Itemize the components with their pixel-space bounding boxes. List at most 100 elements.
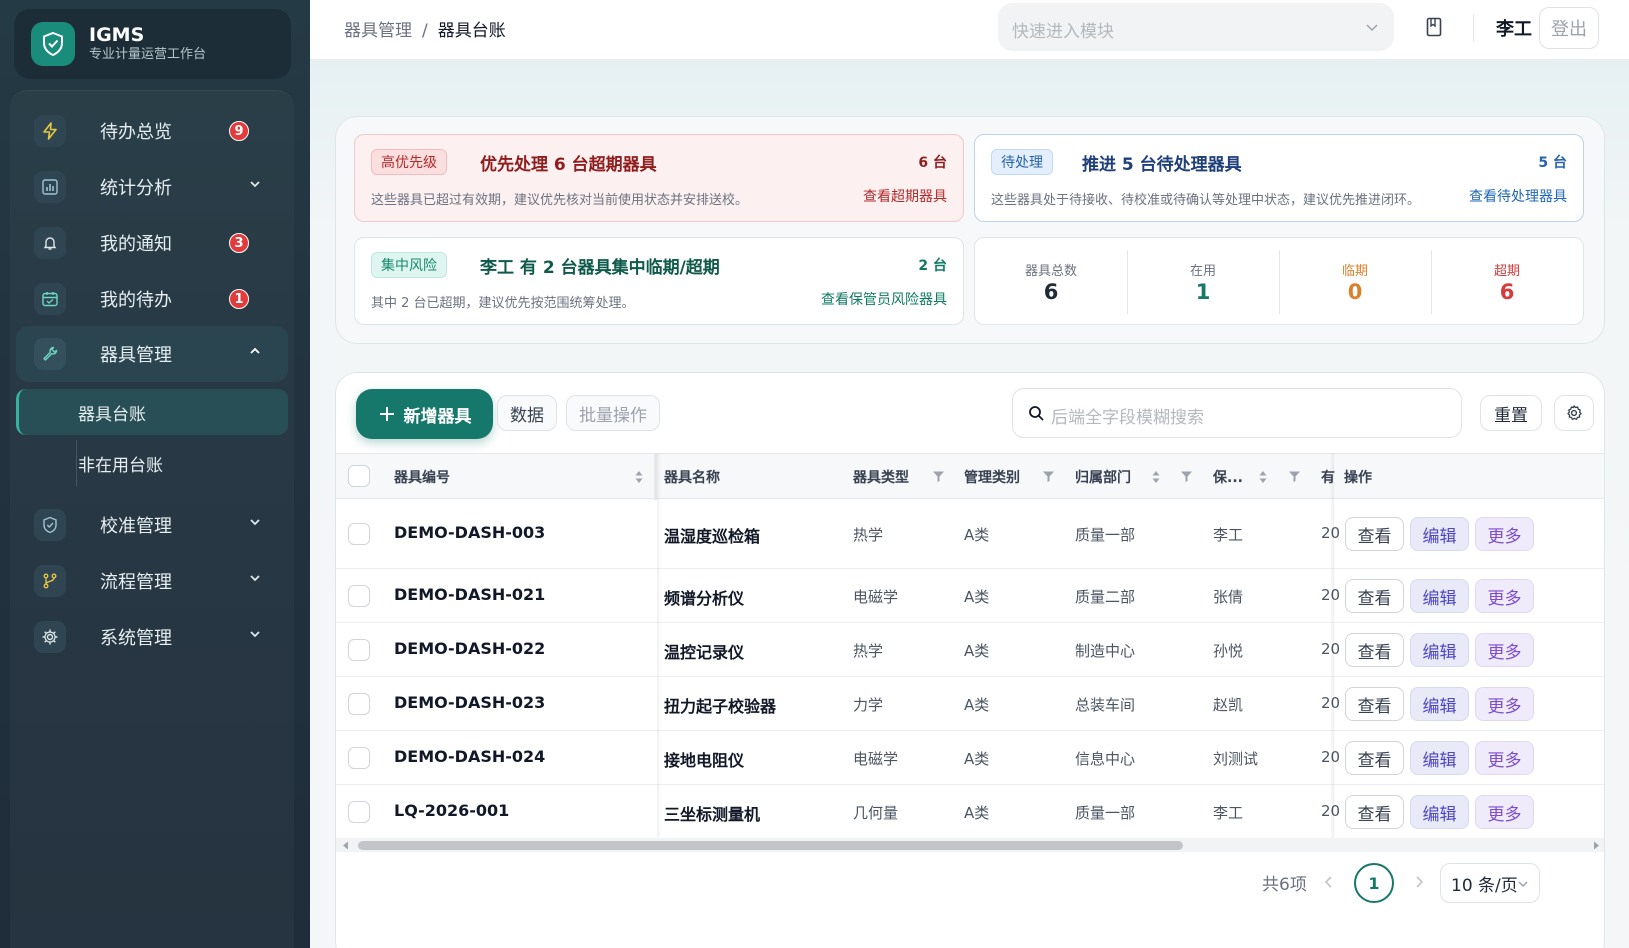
- more-button[interactable]: 更多: [1475, 517, 1534, 551]
- edit-button[interactable]: 编辑: [1410, 741, 1469, 775]
- cell-type: 热学: [853, 526, 884, 544]
- filter-icon[interactable]: [1288, 470, 1301, 483]
- select-all-checkbox[interactable]: [348, 465, 370, 487]
- batch-operation-button[interactable]: 批量操作: [566, 395, 660, 431]
- cell-keeper: 刘测试: [1213, 750, 1259, 768]
- nav-item-my-tasks[interactable]: 我的待办 1: [16, 271, 288, 327]
- scrollbar-thumb[interactable]: [358, 841, 1183, 850]
- nav-item-workflow[interactable]: 流程管理: [16, 553, 288, 609]
- nav-item-system[interactable]: 系统管理: [16, 609, 288, 665]
- filter-icon[interactable]: [932, 470, 945, 483]
- view-button[interactable]: 查看: [1345, 741, 1404, 775]
- scroll-right-icon[interactable]: [1592, 841, 1600, 850]
- add-instrument-label: 新增器具: [403, 406, 472, 427]
- row-checkbox[interactable]: [348, 693, 370, 715]
- quick-module-select[interactable]: 快速进入模块: [998, 3, 1394, 51]
- stat-value: 6: [1043, 280, 1059, 304]
- nav-item-notifications[interactable]: 我的通知 3: [16, 215, 288, 271]
- pagination-total: 共6项: [1262, 875, 1307, 895]
- more-button[interactable]: 更多: [1475, 795, 1534, 829]
- view-keeper-risk-link[interactable]: 查看保管员风险器具: [821, 289, 947, 309]
- row-checkbox[interactable]: [348, 801, 370, 823]
- view-pending-link[interactable]: 查看待处理器具: [1469, 186, 1567, 206]
- chevron-down-icon: [1518, 881, 1528, 888]
- table-row[interactable]: LQ-2026-001 三坐标测量机 几何量 A类 质量一部 李工 20 查看 …: [336, 785, 1604, 839]
- more-button[interactable]: 更多: [1475, 633, 1534, 667]
- data-button[interactable]: 数据: [497, 395, 557, 431]
- col-header-category[interactable]: 管理类别: [964, 454, 1020, 500]
- cell-department: 总装车间: [1075, 696, 1136, 714]
- table-row[interactable]: DEMO-DASH-022 温控记录仪 热学 A类 制造中心 孙悦 20 查看 …: [336, 623, 1604, 677]
- more-button[interactable]: 更多: [1475, 579, 1534, 613]
- chevron-up-icon: [250, 347, 260, 354]
- brand[interactable]: IGMS 专业计量运营工作台: [14, 9, 291, 79]
- sort-icon[interactable]: [634, 469, 644, 485]
- stat-label: 器具总数: [1024, 264, 1077, 279]
- stat-overdue[interactable]: 超期 6: [1431, 238, 1583, 326]
- stat-total[interactable]: 器具总数 6: [975, 238, 1127, 326]
- stat-expiring[interactable]: 临期 0: [1279, 238, 1431, 326]
- user-name: 李工: [1496, 19, 1532, 40]
- cell-department: 质量二部: [1075, 588, 1136, 606]
- edit-button[interactable]: 编辑: [1410, 795, 1469, 829]
- row-checkbox[interactable]: [348, 585, 370, 607]
- nav-item-instrument-management[interactable]: 器具管理: [16, 326, 288, 382]
- table-row[interactable]: DEMO-DASH-003 温湿度巡检箱 热学 A类 质量一部 李工 20 查看…: [336, 499, 1604, 569]
- scroll-left-icon[interactable]: [342, 841, 350, 850]
- cell-code: DEMO-DASH-023: [394, 693, 546, 712]
- col-header-type[interactable]: 器具类型: [853, 454, 909, 500]
- page-number-current[interactable]: 1: [1354, 863, 1394, 903]
- col-header-code[interactable]: 器具编号: [394, 454, 450, 500]
- nav-item-calibration[interactable]: 校准管理: [16, 497, 288, 553]
- table-row[interactable]: DEMO-DASH-021 频谱分析仪 电磁学 A类 质量二部 张倩 20 查看…: [336, 569, 1604, 623]
- edit-button[interactable]: 编辑: [1410, 517, 1469, 551]
- sidebar-sub-item-inactive-ledger[interactable]: 非在用台账: [16, 440, 288, 486]
- more-button[interactable]: 更多: [1475, 687, 1534, 721]
- bell-icon: [34, 227, 66, 259]
- prev-page-icon[interactable]: [1323, 875, 1335, 889]
- settings-button[interactable]: [1554, 395, 1594, 431]
- row-checkbox[interactable]: [348, 639, 370, 661]
- sidebar-sub-item-ledger[interactable]: 器具台账: [16, 389, 288, 435]
- cell-category: A类: [964, 804, 990, 822]
- next-page-icon[interactable]: [1413, 875, 1425, 889]
- edit-button[interactable]: 编辑: [1410, 633, 1469, 667]
- col-header-department[interactable]: 归属部门: [1075, 454, 1131, 500]
- edit-button[interactable]: 编辑: [1410, 579, 1469, 613]
- horizontal-scrollbar[interactable]: [336, 838, 1604, 852]
- add-instrument-button[interactable]: 新增器具: [356, 389, 493, 439]
- sort-icon[interactable]: [1151, 469, 1161, 485]
- row-checkbox[interactable]: [348, 747, 370, 769]
- view-overdue-link[interactable]: 查看超期器具: [863, 186, 947, 206]
- view-button[interactable]: 查看: [1345, 517, 1404, 551]
- more-button[interactable]: 更多: [1475, 741, 1534, 775]
- table-header: 器具编号 器具名称 器具类型 管理类别 归属部门 保... 有 操作: [336, 453, 1604, 500]
- reset-button[interactable]: 重置: [1480, 395, 1542, 431]
- edit-button[interactable]: 编辑: [1410, 687, 1469, 721]
- table-row[interactable]: DEMO-DASH-023 扭力起子校验器 力学 A类 总装车间 赵凯 20 查…: [336, 677, 1604, 731]
- count-badge: 3: [229, 233, 249, 253]
- gear-icon: [1567, 405, 1582, 420]
- breadcrumb-item[interactable]: 器具管理: [344, 21, 412, 41]
- page-size-select[interactable]: 10 条/页: [1440, 863, 1540, 903]
- nav-item-statistics[interactable]: 统计分析: [16, 159, 288, 215]
- alert-title: 推进 5 台待处理器具: [1082, 155, 1242, 175]
- filter-icon[interactable]: [1180, 470, 1193, 483]
- col-header-name[interactable]: 器具名称: [664, 454, 720, 500]
- book-icon[interactable]: [1424, 16, 1444, 38]
- stat-in-use[interactable]: 在用 1: [1127, 238, 1279, 326]
- view-button[interactable]: 查看: [1345, 687, 1404, 721]
- sort-icon[interactable]: [1258, 469, 1268, 485]
- logout-button[interactable]: 登出: [1539, 7, 1599, 49]
- view-button[interactable]: 查看: [1345, 579, 1404, 613]
- table-row[interactable]: DEMO-DASH-024 接地电阻仪 电磁学 A类 信息中心 刘测试 20 查…: [336, 731, 1604, 785]
- view-button[interactable]: 查看: [1345, 633, 1404, 667]
- filter-icon[interactable]: [1042, 470, 1055, 483]
- search-input[interactable]: 后端全字段模糊搜索: [1012, 388, 1462, 438]
- wrench-icon: [34, 338, 66, 370]
- sub-label: 非在用台账: [78, 455, 163, 476]
- nav-item-todo-overview[interactable]: 待办总览 9: [16, 103, 288, 159]
- row-checkbox[interactable]: [348, 523, 370, 545]
- col-header-keeper[interactable]: 保...: [1213, 454, 1243, 500]
- view-button[interactable]: 查看: [1345, 795, 1404, 829]
